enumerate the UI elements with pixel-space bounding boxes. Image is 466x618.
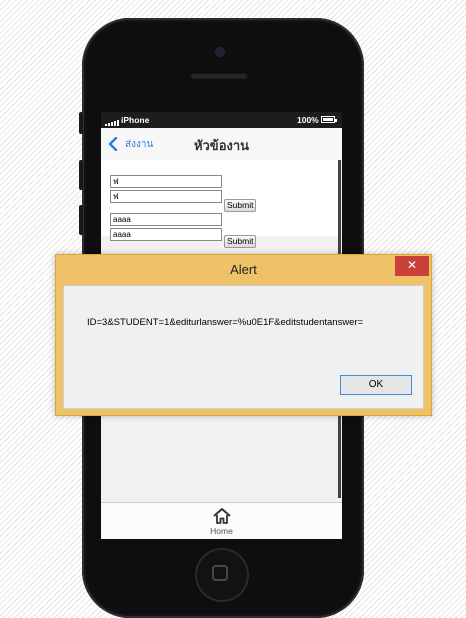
ok-button[interactable]: OK	[340, 375, 412, 395]
tab-bar: Home	[101, 502, 342, 539]
page-title: หัวข้องาน	[193, 139, 250, 154]
volume-up-button	[79, 160, 83, 190]
volume-down-button	[79, 205, 83, 235]
answer-field-3[interactable]: aaaa	[110, 213, 222, 226]
answer-field-4[interactable]: aaaa	[110, 228, 222, 241]
close-icon: ✕	[406, 258, 418, 272]
home-button-square-icon	[212, 565, 228, 581]
alert-dialog: Alert ✕ ID=3&STUDENT=1&editurlanswer=%u0…	[55, 254, 432, 416]
earpiece-speaker	[190, 72, 248, 79]
content-area: ฟ ฟ Submit aaaa aaaa	[101, 160, 339, 241]
phone-home-button[interactable]	[197, 550, 247, 600]
submit-button-1[interactable]: Submit	[224, 199, 257, 212]
tab-home-label[interactable]: Home	[101, 526, 342, 536]
answer-field-1[interactable]: ฟ	[110, 175, 222, 188]
battery-icon	[321, 116, 337, 123]
signal-strength-icon	[105, 116, 120, 126]
close-button[interactable]: ✕	[395, 256, 429, 276]
navigation-bar: ส่งงาน หัวข้องาน	[101, 128, 342, 161]
submit-button-2[interactable]: Submit	[224, 235, 257, 248]
front-camera	[216, 48, 224, 56]
battery-percentage: 100%	[297, 115, 319, 125]
answer-field-2[interactable]: ฟ	[110, 190, 222, 203]
alert-body: ID=3&STUDENT=1&editurlanswer=%u0E1F&edit…	[63, 285, 424, 409]
alert-message: ID=3&STUDENT=1&editurlanswer=%u0E1F&edit…	[87, 317, 364, 328]
status-bar: iPhone 100%	[101, 112, 342, 128]
mute-switch	[79, 112, 83, 134]
carrier-label: iPhone	[121, 115, 150, 125]
home-icon[interactable]	[212, 507, 232, 525]
alert-title: Alert	[230, 262, 257, 277]
